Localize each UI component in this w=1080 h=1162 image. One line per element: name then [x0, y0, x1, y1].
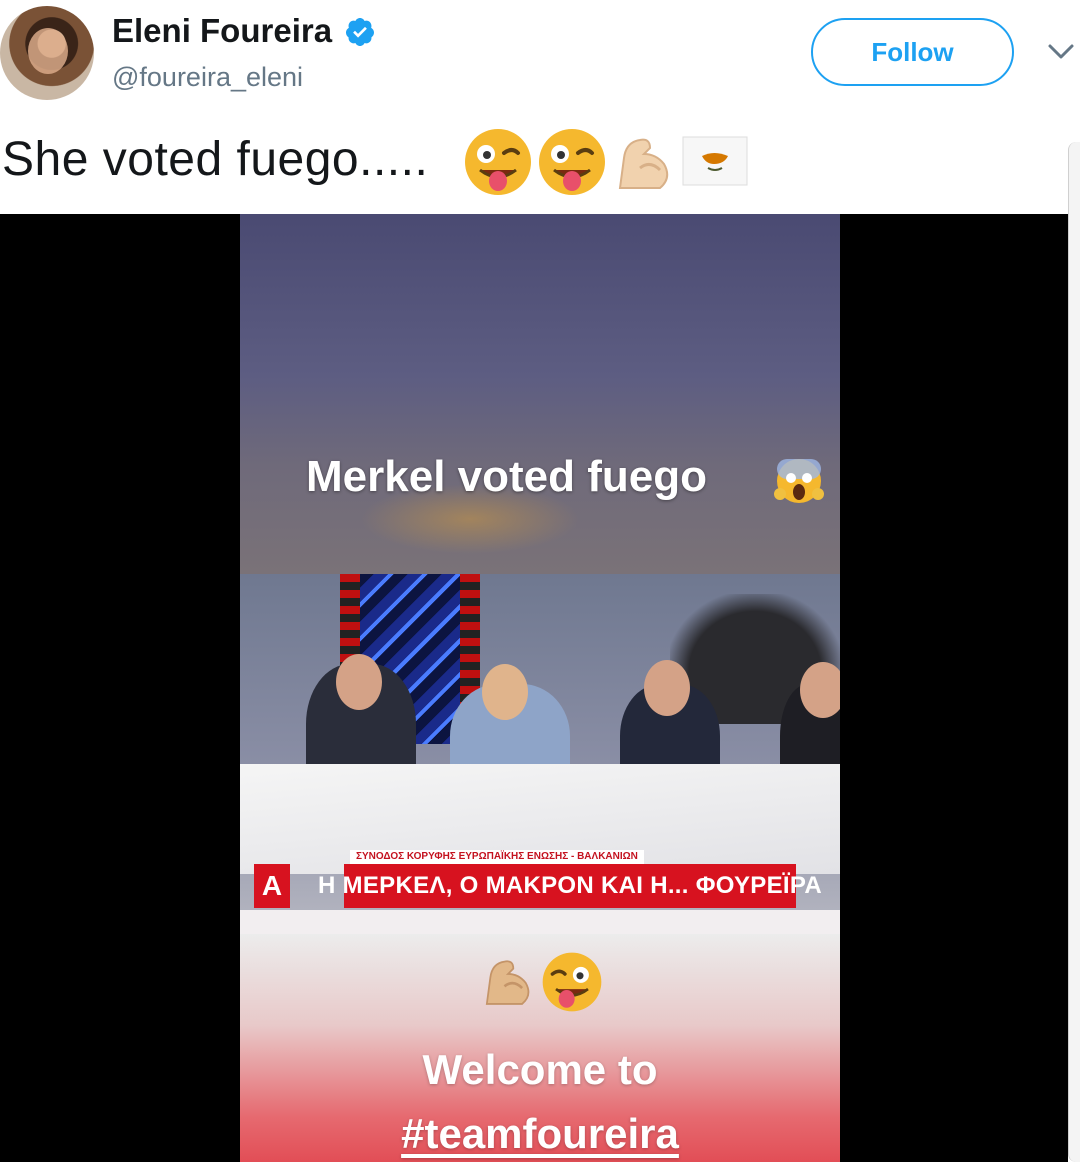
video-caption-welcome: Welcome to — [422, 1046, 658, 1093]
person-head — [482, 664, 528, 720]
video-frame: Merkel voted fuego ΣΥΝΟΔΟΣ ΚΟΡΥΦΗΣ ΕΥΡΩΠ… — [240, 214, 840, 1162]
flexed-biceps-icon — [618, 138, 669, 189]
news-clip: ΣΥΝΟΔΟΣ ΚΟΡΥΦΗΣ ΕΥΡΩΠΑΪΚΗΣ ΕΝΩΣΗΣ - ΒΑΛΚ… — [240, 574, 840, 934]
screaming-face-icon — [774, 459, 824, 503]
winking-tongue-face-icon — [465, 129, 531, 195]
video-caption-top-text: Merkel voted fuego — [306, 452, 707, 501]
video-top-panel — [240, 214, 840, 574]
person-head — [336, 654, 382, 710]
tweet-text: She voted fuego..... — [2, 133, 429, 186]
verified-badge-icon — [345, 18, 374, 46]
winking-tongue-face-icon — [542, 952, 602, 1012]
news-channel-logo: A — [254, 864, 290, 908]
person-head — [644, 660, 690, 716]
flexed-biceps-icon — [485, 960, 530, 1005]
profile-avatar[interactable] — [0, 6, 94, 100]
news-bottom-strip — [240, 910, 840, 934]
news-ticker-small: ΣΥΝΟΔΟΣ ΚΟΡΥΦΗΣ ΕΥΡΩΠΑΪΚΗΣ ΕΝΩΣΗΣ - ΒΑΛΚ… — [350, 850, 644, 864]
video-player[interactable]: Merkel voted fuego ΣΥΝΟΔΟΣ ΚΟΡΥΦΗΣ ΕΥΡΩΠ… — [0, 214, 1068, 1162]
video-caption-top: Merkel voted fuego — [306, 452, 707, 502]
person-head — [800, 662, 840, 718]
news-headline: Η ΜΕΡΚΕΛ, Ο ΜΑΚΡΟΝ ΚΑΙ Η... ΦΟΥΡΕΪΡΑ — [318, 864, 822, 908]
winking-tongue-face-icon — [539, 129, 605, 195]
display-name[interactable]: Eleni Foureira — [112, 12, 332, 50]
chevron-down-icon[interactable] — [1046, 40, 1076, 64]
cyprus-flag-icon — [682, 136, 748, 186]
follow-button[interactable]: Follow — [811, 18, 1014, 86]
video-caption-hashtag[interactable]: #teamfoureira — [240, 1110, 840, 1158]
scrollbar[interactable] — [1068, 142, 1080, 1162]
user-handle[interactable]: @foureira_eleni — [112, 62, 303, 93]
